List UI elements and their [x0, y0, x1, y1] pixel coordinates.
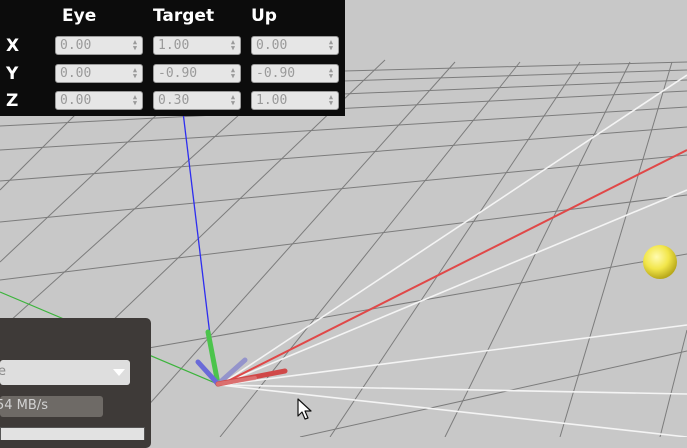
eye-z-value: 0.00	[60, 93, 92, 108]
up-column-header: Up	[251, 6, 277, 26]
target-z-spinbox[interactable]: 0.30 ▲ ▼	[153, 91, 241, 110]
eye-column-header: Eye	[62, 6, 97, 26]
white-rays	[219, 74, 687, 437]
up-y-value: -0.90	[256, 66, 296, 81]
target-y-value: -0.90	[158, 66, 198, 81]
up-y-spinbox[interactable]: -0.90 ▲ ▼	[251, 64, 339, 83]
bottom-input-field[interactable]	[0, 427, 145, 440]
spin-arrows-icon[interactable]: ▲ ▼	[327, 67, 335, 80]
spin-arrows-icon[interactable]: ▲ ▼	[229, 39, 237, 52]
spin-arrows-icon[interactable]: ▲ ▼	[327, 39, 335, 52]
mode-dropdown[interactable]: e	[0, 360, 130, 385]
bitrate-value: 54 MB/s	[0, 398, 48, 413]
eye-y-spinbox[interactable]: 0.00 ▲ ▼	[55, 64, 143, 83]
eye-x-value: 0.00	[60, 38, 92, 53]
up-z-value: 1.00	[256, 93, 288, 108]
target-x-value: 1.00	[158, 38, 190, 53]
red-ray	[219, 149, 687, 386]
eye-z-spinbox[interactable]: 0.00 ▲ ▼	[55, 91, 143, 110]
up-x-spinbox[interactable]: 0.00 ▲ ▼	[251, 36, 339, 55]
spin-arrows-icon[interactable]: ▲ ▼	[131, 94, 139, 107]
target-column-header: Target	[153, 6, 215, 26]
row-label-x: X	[6, 36, 20, 56]
camera-settings-panel: Eye Target Up X 0.00 ▲ ▼ 1.00 ▲ ▼ 0.00 ▲ ▼ …	[0, 0, 345, 116]
spin-arrows-icon[interactable]: ▲ ▼	[131, 39, 139, 52]
mouse-pointer-icon	[297, 398, 312, 420]
target-y-spinbox[interactable]: -0.90 ▲ ▼	[153, 64, 241, 83]
up-z-spinbox[interactable]: 1.00 ▲ ▼	[251, 91, 339, 110]
spin-arrows-icon[interactable]: ▲ ▼	[131, 67, 139, 80]
spin-arrows-icon[interactable]: ▲ ▼	[229, 94, 237, 107]
spin-arrows-icon[interactable]: ▲ ▼	[327, 94, 335, 107]
up-x-value: 0.00	[256, 38, 288, 53]
spin-arrows-icon[interactable]: ▲ ▼	[229, 67, 237, 80]
eye-x-spinbox[interactable]: 0.00 ▲ ▼	[55, 36, 143, 55]
row-label-y: Y	[6, 64, 19, 84]
bitrate-field: 54 MB/s	[0, 396, 103, 417]
yellow-sphere[interactable]	[643, 245, 677, 279]
eye-y-value: 0.00	[60, 66, 92, 81]
mode-dropdown-value: e	[0, 364, 6, 379]
target-x-spinbox[interactable]: 1.00 ▲ ▼	[153, 36, 241, 55]
target-z-value: 0.30	[158, 93, 190, 108]
row-label-z: Z	[6, 91, 19, 111]
chevron-down-icon[interactable]	[113, 369, 125, 376]
